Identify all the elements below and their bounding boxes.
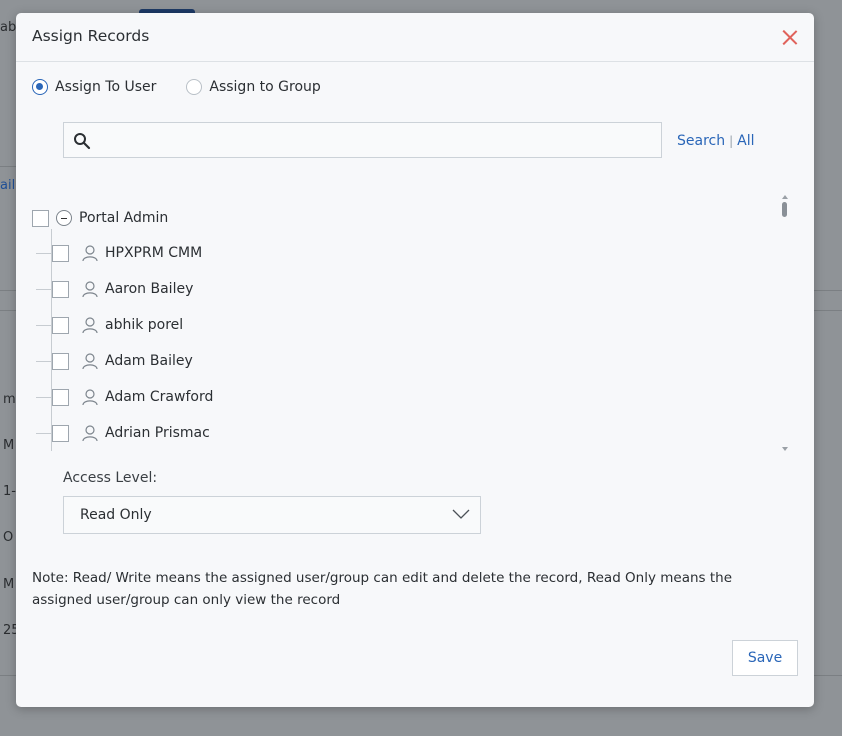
access-level-value: Read Only [80, 507, 152, 523]
user-icon [82, 281, 98, 298]
tree-item: Adam Bailey [32, 343, 193, 379]
close-icon[interactable] [780, 27, 800, 47]
user-label: HPXPRM CMM [105, 245, 203, 261]
tree-item: abhik porel [32, 307, 183, 343]
search-link-separator: | [729, 134, 734, 148]
tree-branch-line [36, 288, 52, 290]
search-box [63, 122, 662, 159]
search-link[interactable]: Search [677, 133, 725, 149]
tree-item: Aaron Bailey [32, 271, 193, 307]
user-checkbox[interactable] [52, 388, 69, 406]
save-button[interactable]: Save [732, 640, 798, 676]
scroll-thumb[interactable] [782, 202, 787, 217]
assign-type-radio-group: Assign To User Assign to Group [32, 79, 351, 95]
scroll-down-icon[interactable] [782, 447, 788, 451]
user-icon [82, 245, 98, 262]
tree-root-checkbox[interactable] [32, 209, 49, 227]
radio-label: Assign to Group [209, 79, 321, 95]
tree-item: HPXPRM CMM [32, 235, 202, 271]
user-icon [82, 317, 98, 334]
user-label: Adam Bailey [105, 353, 193, 369]
background-text: m [3, 392, 16, 407]
search-icon [74, 133, 91, 150]
tree-root-label: Portal Admin [79, 210, 169, 226]
assign-to-group-radio[interactable]: Assign to Group [186, 79, 321, 95]
collapse-icon[interactable] [56, 210, 72, 226]
assign-to-user-radio[interactable]: Assign To User [32, 79, 156, 95]
tree-item: Adam Crawford [32, 379, 213, 415]
tree-branch-line [36, 432, 52, 434]
user-checkbox[interactable] [52, 424, 69, 442]
background-divider [0, 166, 16, 167]
user-checkbox[interactable] [52, 352, 69, 370]
user-tree: Portal Admin HPXPRM CMM Aaron Bailey abh… [32, 193, 792, 451]
background-text: M [3, 438, 15, 453]
all-link[interactable]: All [737, 133, 754, 149]
user-checkbox[interactable] [52, 244, 69, 262]
access-note: Note: Read/ Write means the assigned use… [32, 570, 733, 608]
search-links: Search | All [677, 133, 755, 149]
user-label: abhik porel [105, 317, 184, 333]
dialog-title: Assign Records [32, 27, 150, 45]
user-icon [82, 353, 98, 370]
tree-branch-line [36, 360, 52, 362]
background-text: M [3, 577, 15, 592]
user-checkbox[interactable] [52, 280, 69, 298]
access-level-select[interactable]: Read Only [63, 496, 481, 534]
access-level-label: Access Level: [63, 470, 158, 486]
tree-root-portal-admin: Portal Admin [32, 200, 168, 236]
scroll-up-icon[interactable] [782, 195, 788, 199]
user-label: Aaron Bailey [105, 281, 194, 297]
assign-records-dialog: Assign Records Assign To User Assign to … [16, 13, 814, 707]
background-text: O [3, 530, 14, 545]
tree-scrollbar[interactable] [780, 195, 790, 451]
tree-branch-line [36, 324, 52, 326]
search-input[interactable] [98, 123, 662, 159]
radio-label: Assign To User [55, 79, 157, 95]
tree-item: Adrian Prismac [32, 415, 210, 451]
user-checkbox[interactable] [52, 316, 69, 334]
background-text: 1- [3, 484, 16, 499]
background-text: ail [0, 178, 16, 193]
radio-unselected-icon[interactable] [186, 79, 203, 95]
background-text: ab [0, 20, 17, 35]
chevron-down-icon [452, 509, 470, 519]
user-label: Adrian Prismac [105, 425, 210, 441]
user-icon [82, 425, 98, 442]
user-icon [82, 389, 98, 406]
tree-branch-line [36, 396, 52, 398]
user-label: Adam Crawford [105, 389, 214, 405]
tree-branch-line [36, 252, 52, 254]
dialog-header: Assign Records [16, 13, 814, 62]
radio-selected-icon[interactable] [32, 79, 48, 95]
